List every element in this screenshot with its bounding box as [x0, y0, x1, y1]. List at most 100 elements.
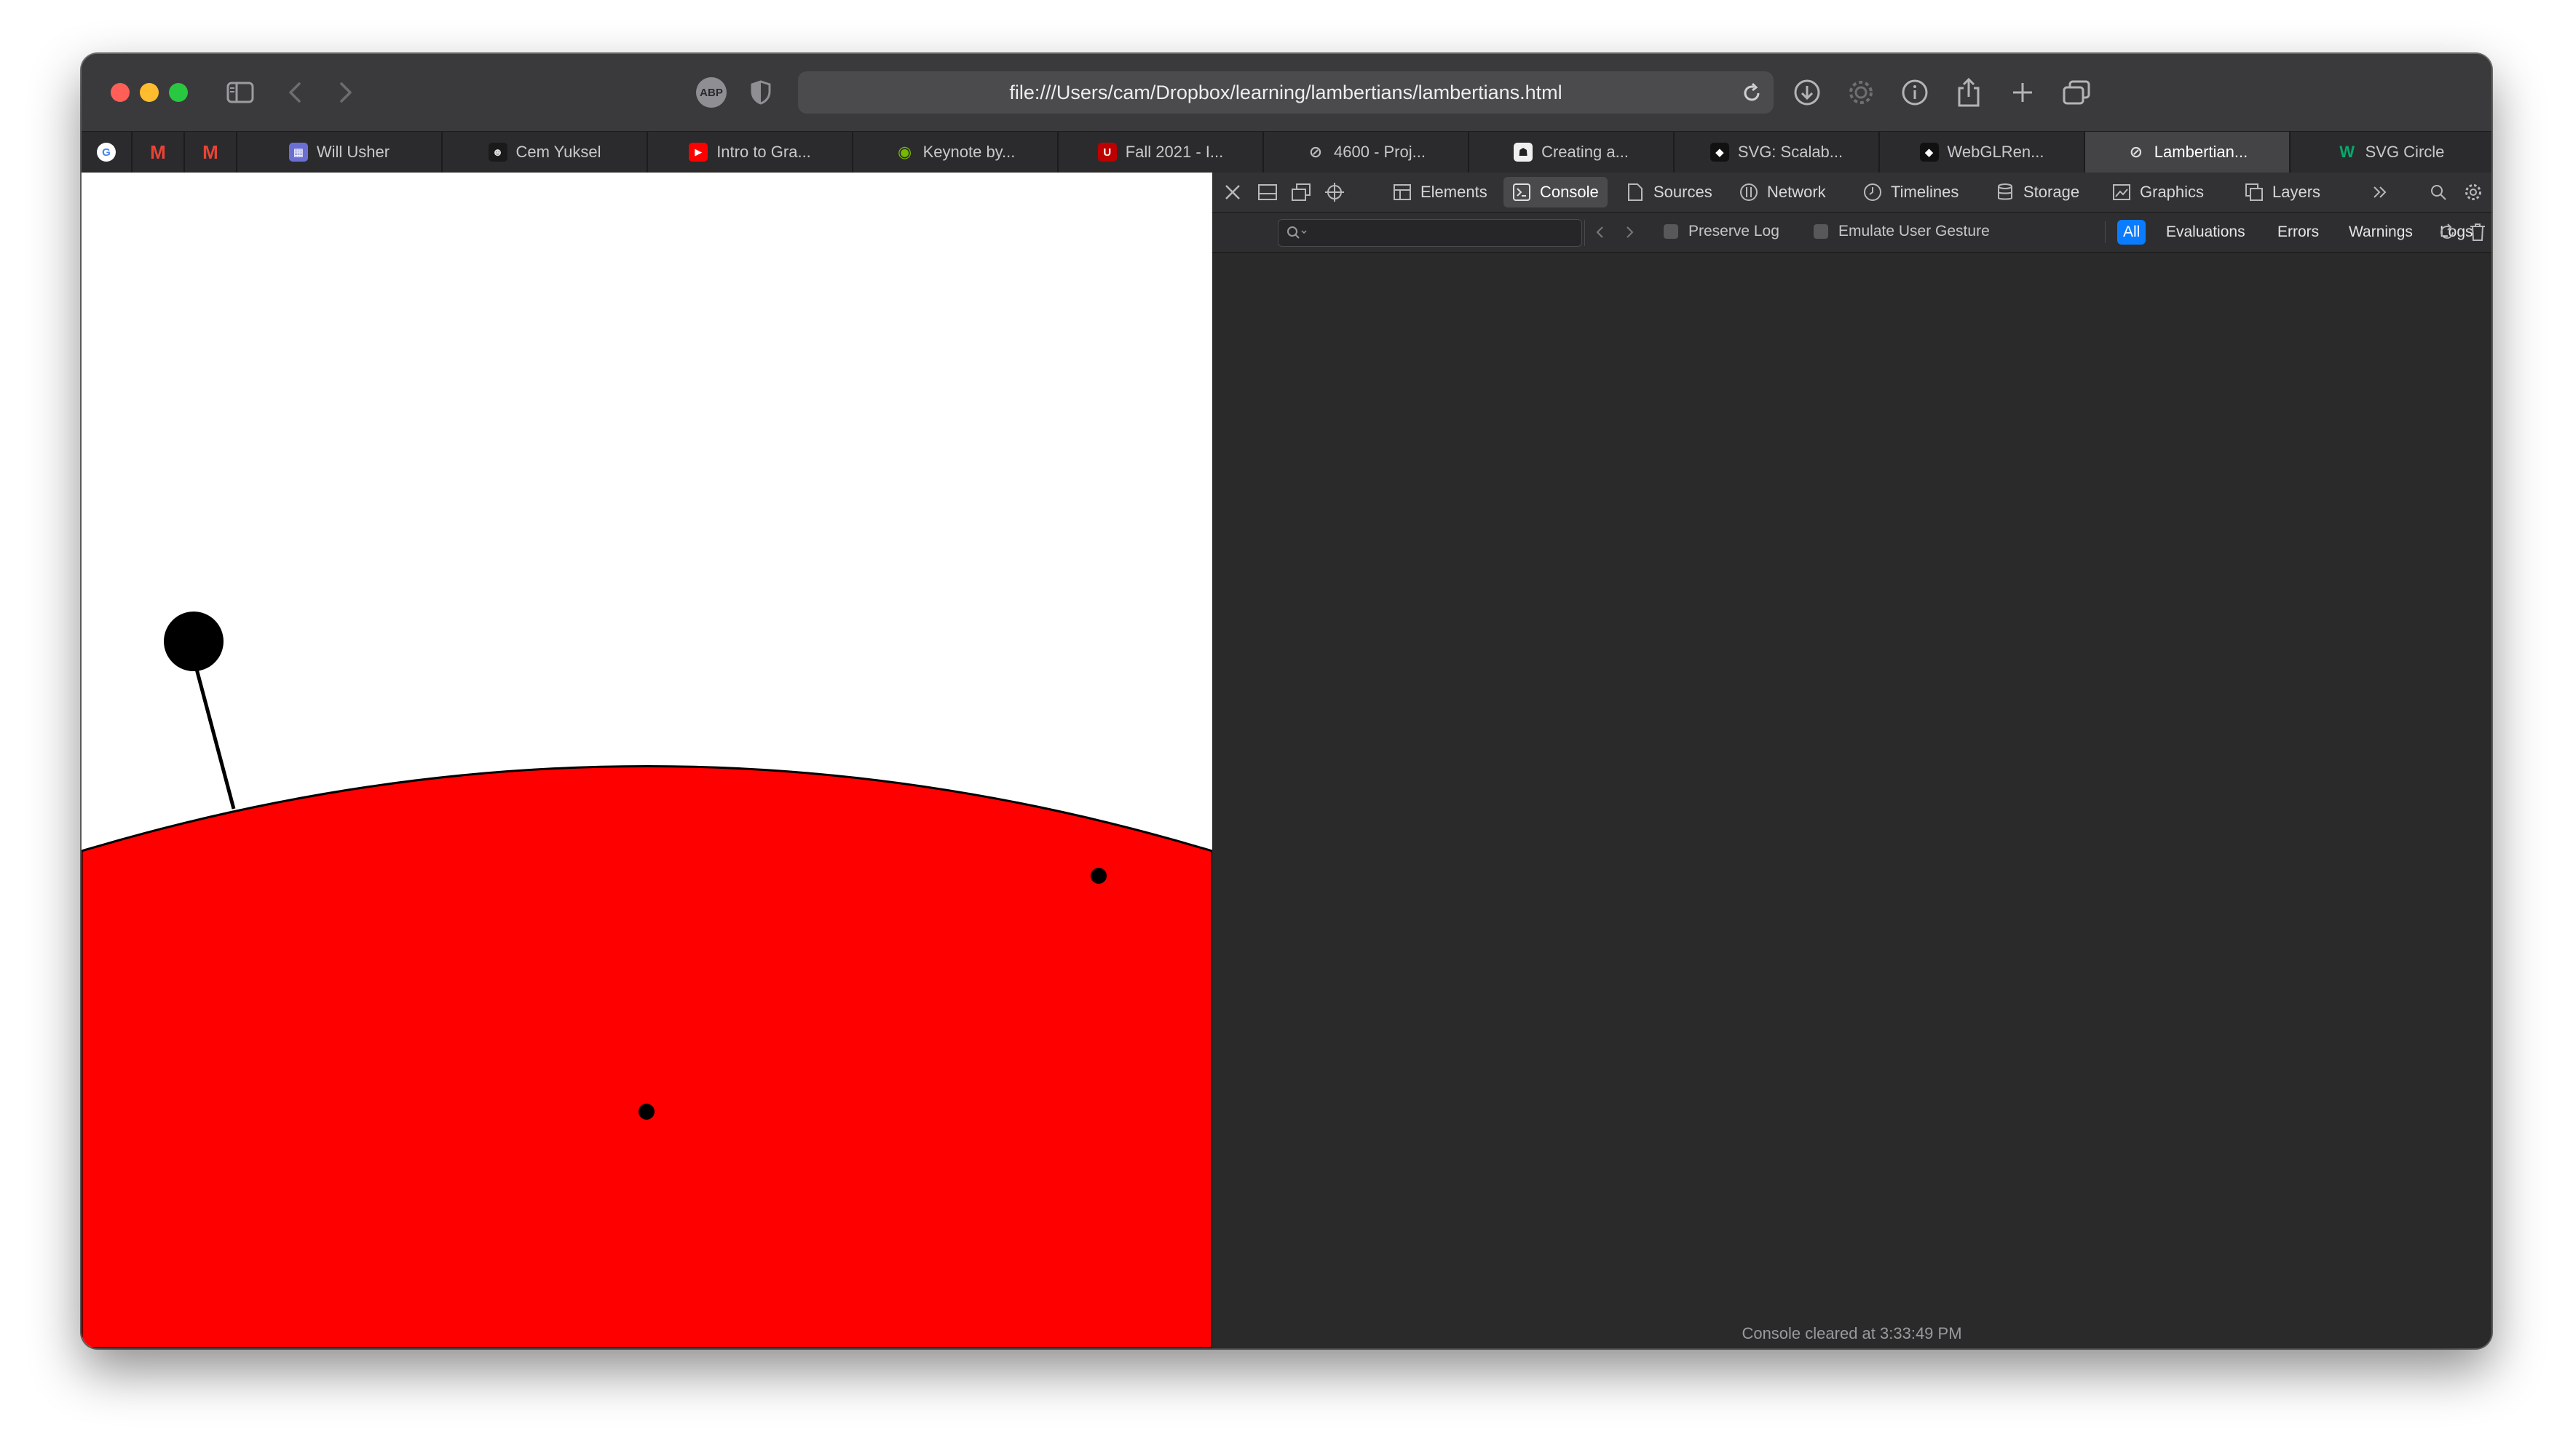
tab-graphics[interactable]: Graphics: [2103, 177, 2213, 207]
mdn-icon: ◆: [1919, 143, 1939, 162]
close-window-button[interactable]: [111, 83, 130, 102]
search-icon[interactable]: [2428, 182, 2448, 202]
nvidia-icon: ◉: [898, 143, 912, 161]
tab-timelines[interactable]: Timelines: [1854, 177, 1967, 207]
info-icon[interactable]: [1900, 74, 1929, 111]
surface-point[interactable]: [1091, 868, 1107, 884]
red-surface: [82, 765, 1212, 1348]
tab-storage[interactable]: Storage: [1987, 177, 2088, 207]
more-tabs-icon[interactable]: [2370, 182, 2390, 202]
console-icon: [1512, 183, 1531, 202]
browser-window: ABP file:///Users/cam/Dropbox/learning/l…: [82, 54, 2491, 1348]
tab-elements[interactable]: Elements: [1384, 177, 1496, 207]
sidebar-toggle-icon[interactable]: [224, 74, 256, 111]
github-icon: ☗: [1514, 143, 1533, 162]
share-icon[interactable]: [1954, 74, 1983, 111]
settings-gear-icon[interactable]: [1846, 74, 1876, 111]
tab-label: Cem Yuksel: [515, 143, 601, 161]
sources-icon: [1626, 183, 1645, 202]
light-source-circle[interactable]: [164, 612, 224, 671]
tab-lambertians[interactable]: ⊘ Lambertian...: [2085, 132, 2291, 173]
network-icon: [1739, 183, 1758, 202]
tab-label: WebGLRen...: [1947, 143, 2044, 161]
tab-label: Console: [1540, 183, 1599, 201]
preserve-log-label: Preserve Log: [1688, 223, 1779, 240]
tab-label: Lambertian...: [2154, 143, 2248, 161]
url-text: file:///Users/cam/Dropbox/learning/lambe…: [1009, 82, 1562, 103]
reload-icon[interactable]: [1739, 75, 1765, 111]
adblock-icon[interactable]: ABP: [696, 77, 727, 108]
gmail-icon: M: [150, 141, 166, 163]
tab-webglrenderer[interactable]: ◆ WebGLRen...: [1880, 132, 2085, 173]
gmail-icon: M: [202, 141, 218, 163]
tab-layers[interactable]: Layers: [2236, 177, 2329, 207]
tab-label: Elements: [1420, 183, 1487, 201]
tab-pinned-gmail[interactable]: M: [133, 132, 185, 173]
utah-icon: U: [1097, 143, 1117, 162]
tab-label: Graphics: [2140, 183, 2205, 201]
element-picker-icon[interactable]: [1324, 182, 1345, 202]
undock-window-icon[interactable]: [1291, 182, 1311, 202]
tab-label: Creating a...: [1541, 143, 1629, 161]
google-icon: G: [97, 143, 116, 162]
mdn-icon: ◆: [1710, 143, 1729, 162]
clear-console-trash-icon[interactable]: [2467, 222, 2488, 242]
emulate-gesture-checkbox[interactable]: Emulate User Gesture: [1814, 223, 1990, 240]
tab-cem-yuksel[interactable]: ☻ Cem Yuksel: [443, 132, 648, 173]
layers-icon: [2245, 183, 2264, 202]
title-bar: ABP file:///Users/cam/Dropbox/learning/l…: [82, 54, 2491, 131]
tab-pinned-google[interactable]: G: [82, 132, 133, 173]
w3schools-icon: W: [2339, 143, 2355, 161]
preserve-log-checkbox[interactable]: Preserve Log: [1664, 223, 1779, 240]
tab-pinned-gmail-2[interactable]: M: [185, 132, 237, 173]
forward-icon[interactable]: [335, 74, 357, 111]
tab-label: SVG Circle: [2365, 143, 2445, 161]
previous-match-icon[interactable]: [1589, 222, 1610, 242]
cem-yuksel-favicon: ☻: [488, 143, 507, 162]
tab-intro-to-graphics[interactable]: ▶ Intro to Gra...: [648, 132, 853, 173]
minimize-window-button[interactable]: [140, 83, 159, 102]
address-bar[interactable]: file:///Users/cam/Dropbox/learning/lambe…: [798, 71, 1774, 114]
tab-will-usher[interactable]: ▦ Will Usher: [237, 132, 443, 173]
dock-bottom-icon[interactable]: [1257, 182, 1278, 202]
new-tab-icon[interactable]: [2008, 74, 2037, 111]
tab-overview-icon[interactable]: [2062, 74, 2091, 111]
tab-label: Keynote by...: [922, 143, 1016, 161]
privacy-shield-icon[interactable]: [750, 74, 772, 111]
tab-keynote[interactable]: ◉ Keynote by...: [853, 132, 1059, 173]
filter-evaluations[interactable]: Evaluations: [2160, 220, 2251, 245]
tab-sources[interactable]: Sources: [1617, 177, 1721, 207]
console-filter-input[interactable]: [1278, 219, 1634, 247]
next-match-icon[interactable]: [1619, 222, 1641, 242]
maximize-window-button[interactable]: [169, 83, 188, 102]
inspector-settings-icon[interactable]: [2463, 182, 2483, 202]
emulate-gesture-label: Emulate User Gesture: [1838, 223, 1990, 240]
web-inspector: Elements Console Sources Network Timelin…: [1212, 173, 2491, 1348]
tab-label: Intro to Gra...: [716, 143, 811, 161]
tab-console[interactable]: Console: [1503, 177, 1608, 207]
filter-errors[interactable]: Errors: [2272, 220, 2325, 245]
checkbox-box: [1664, 224, 1678, 239]
inspector-tab-bar: Elements Console Sources Network Timelin…: [1212, 173, 2491, 213]
tab-svg-scalable[interactable]: ◆ SVG: Scalab...: [1675, 132, 1880, 173]
downloads-icon[interactable]: [1793, 74, 1822, 111]
surface-point[interactable]: [639, 1104, 655, 1120]
elements-icon: [1393, 183, 1412, 202]
filter-all[interactable]: All: [2117, 220, 2146, 245]
refresh-console-icon[interactable]: [2437, 222, 2457, 242]
tab-label: Network: [1767, 183, 1826, 201]
back-icon[interactable]: [284, 74, 306, 111]
filter-warnings[interactable]: Warnings: [2343, 220, 2419, 245]
tab-4600-proj[interactable]: ⊘ 4600 - Proj...: [1264, 132, 1469, 173]
tab-network[interactable]: Network: [1731, 177, 1835, 207]
checkbox-box: [1814, 224, 1828, 239]
lambertian-scene: [82, 173, 1212, 1348]
storage-icon: [1996, 183, 2015, 202]
adblock-label: ABP: [700, 86, 723, 99]
tab-label: Layers: [2272, 183, 2321, 201]
tab-svg-circle[interactable]: W SVG Circle: [2291, 132, 2491, 173]
tab-label: SVG: Scalab...: [1737, 143, 1843, 161]
tab-fall-2021[interactable]: U Fall 2021 - I...: [1059, 132, 1264, 173]
close-inspector-icon[interactable]: [1222, 182, 1243, 202]
tab-creating-a[interactable]: ☗ Creating a...: [1469, 132, 1675, 173]
